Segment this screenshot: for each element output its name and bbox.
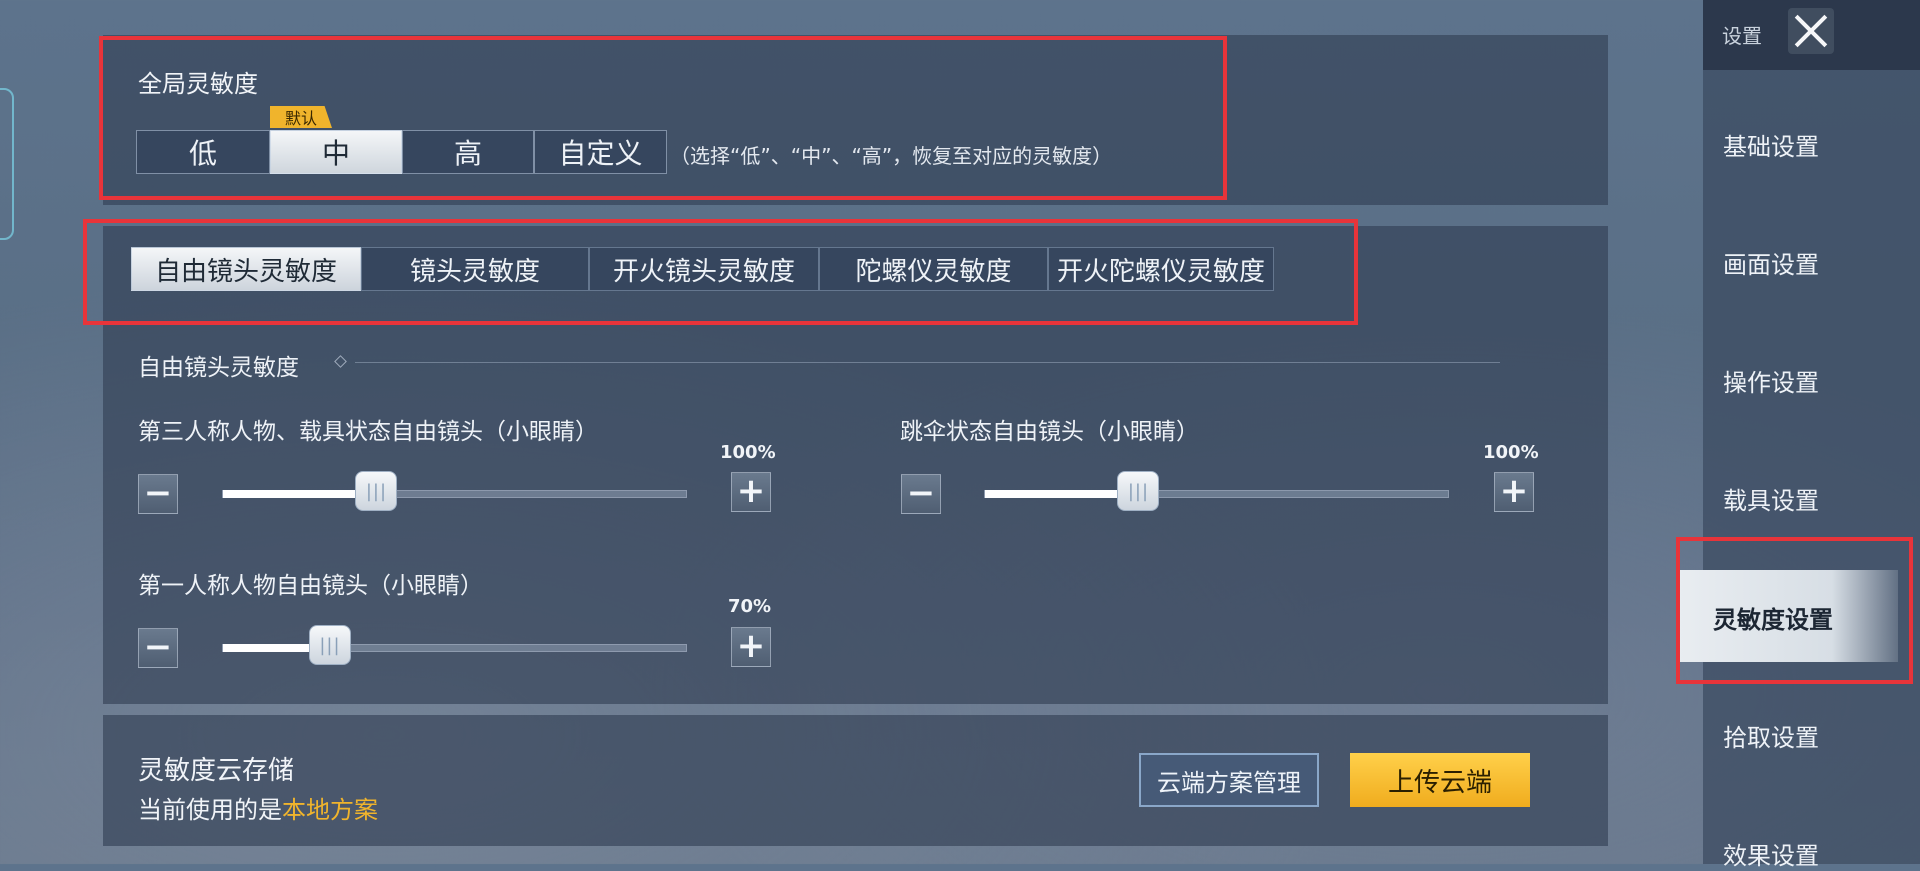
sidebar-header-label: 设置	[1722, 24, 1762, 48]
sidebar-item-graphics[interactable]: 画面设置	[1723, 245, 1819, 280]
sensitivity-low-button[interactable]: 低	[136, 130, 270, 174]
slider-fpp-free-camera-label: 第一人称人物自由镜头（小眼睛）	[138, 573, 483, 599]
slider-parachute-free-camera-value: 100%	[1483, 442, 1539, 463]
default-tag: 默认	[270, 106, 332, 128]
slider-thumb[interactable]: |||	[1117, 471, 1160, 511]
slider-fill	[223, 490, 377, 498]
tab-camera-sensitivity[interactable]: 镜头灵敏度	[361, 247, 589, 291]
section-divider-line	[355, 362, 1500, 363]
slider-thumb[interactable]: |||	[355, 471, 398, 511]
left-edge-handle[interactable]	[0, 88, 14, 240]
tab-fire-gyro-sensitivity[interactable]: 开火陀螺仪灵敏度	[1048, 247, 1274, 291]
slider-tpp-free-camera-plus-button[interactable]: +	[731, 472, 771, 512]
sidebar-item-controls[interactable]: 操作设置	[1723, 363, 1819, 398]
sidebar-item-pickup[interactable]: 拾取设置	[1723, 718, 1819, 753]
slider-fpp-free-camera-minus-button[interactable]: −	[138, 628, 178, 668]
cloud-storage-current-plan: 本地方案	[282, 796, 378, 824]
sensitivity-custom-button[interactable]: 自定义	[534, 130, 667, 174]
cloud-storage-status-prefix: 当前使用的是	[138, 796, 282, 824]
sensitivity-medium-button[interactable]: 中	[270, 130, 402, 174]
cloud-plan-manage-button[interactable]: 云端方案管理	[1139, 753, 1319, 807]
upload-cloud-button[interactable]: 上传云端	[1350, 753, 1530, 807]
slider-parachute-free-camera-track[interactable]: |||	[984, 471, 1449, 511]
sidebar-item-vehicle[interactable]: 载具设置	[1723, 481, 1819, 516]
slider-fpp-free-camera-value: 70%	[728, 596, 772, 617]
slider-parachute-free-camera-plus-button[interactable]: +	[1494, 472, 1534, 512]
slider-fill	[985, 490, 1139, 498]
cloud-storage-title: 灵敏度云存储	[138, 756, 295, 786]
close-icon[interactable]	[1788, 8, 1834, 54]
cloud-storage-status: 当前使用的是本地方案	[138, 790, 378, 825]
tab-free-camera-sensitivity[interactable]: 自由镜头灵敏度	[131, 247, 361, 291]
slider-parachute-free-camera-minus-button[interactable]: −	[901, 474, 941, 514]
slider-tpp-free-camera-track[interactable]: |||	[222, 471, 687, 511]
slider-tpp-free-camera-minus-button[interactable]: −	[138, 474, 178, 514]
sidebar-item-basic[interactable]: 基础设置	[1723, 127, 1819, 162]
slider-tpp-free-camera-label: 第三人称人物、载具状态自由镜头（小眼睛）	[138, 419, 598, 445]
section-title: 自由镜头灵敏度	[138, 355, 299, 381]
slider-fpp-free-camera-plus-button[interactable]: +	[731, 627, 771, 667]
tab-gyro-sensitivity[interactable]: 陀螺仪灵敏度	[819, 247, 1048, 291]
slider-tpp-free-camera-value: 100%	[720, 442, 776, 463]
global-sensitivity-title: 全局灵敏度	[138, 70, 258, 98]
global-sensitivity-hint: （选择“低”、“中”、“高”，恢复至对应的灵敏度）	[670, 144, 1113, 168]
sidebar-item-sensitivity[interactable]: 灵敏度设置	[1713, 600, 1833, 635]
sensitivity-high-button[interactable]: 高	[402, 130, 534, 174]
slider-parachute-free-camera-label: 跳伞状态自由镜头（小眼睛）	[900, 419, 1199, 445]
tab-fire-camera-sensitivity[interactable]: 开火镜头灵敏度	[589, 247, 819, 291]
slider-thumb[interactable]: |||	[308, 625, 351, 665]
slider-fpp-free-camera-track[interactable]: |||	[222, 625, 687, 665]
sidebar-item-effects[interactable]: 效果设置	[1723, 836, 1819, 871]
